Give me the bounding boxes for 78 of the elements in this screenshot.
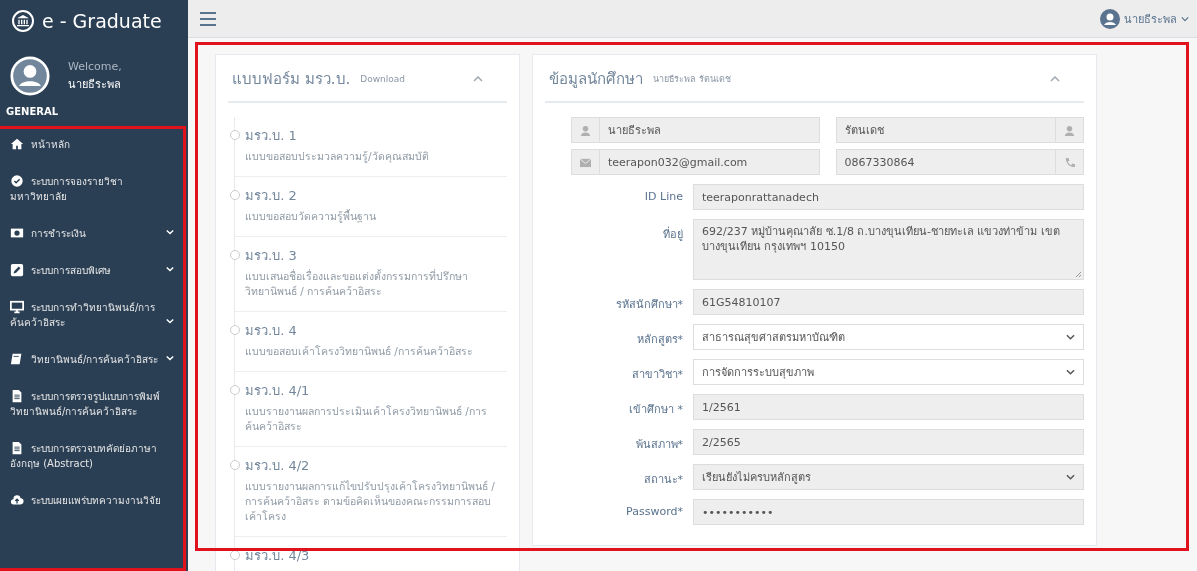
menu-item[interactable]: หน้าหลัก [10,129,178,160]
input-field[interactable]: นายธีระพล [571,117,820,143]
welcome-text: Welcome, [68,59,122,73]
field-label: Password* [625,504,683,518]
menu-item[interactable]: ระบบการจองรายวิชามหาวิทยาลัย [10,166,178,212]
form-title[interactable]: มรว.บ. 4 [245,320,473,341]
menu-item[interactable]: ระบบการสอบพิเศษ [10,255,178,286]
input-field[interactable]: teeraponrattanadech [693,184,1084,210]
chevron-icon [1066,334,1075,340]
timeline-dot [230,250,240,260]
input-field[interactable]: รัตนเดช [835,117,1084,143]
field-label: สาขาวิชา* [630,367,683,383]
field-label: พ้นสภาพ* [634,437,683,453]
form-title[interactable]: มรว.บ. 2 [245,185,376,206]
timeline-dot [230,130,240,140]
select-field[interactable]: การจัดการระบบสุขภาพ [693,359,1084,385]
collapse-icon[interactable] [473,76,483,82]
form-title[interactable]: มรว.บ. 3 [245,245,499,266]
input-field[interactable]: 61G54810107 [693,289,1084,315]
form-description: แบบเสนอชื่อเรื่องและขอแต่งตั้งกรรมการที่ปรึกษาวิทยานิพนธ์ / การค้นคว้าอิสระ [245,269,469,299]
input-field[interactable]: 2/2565 [693,429,1084,455]
app-title: e - Graduate [42,10,162,32]
timeline-dot [230,190,240,200]
panel-title: ข้อมูลนักศึกษา [549,69,643,90]
chevron-icon [1066,369,1075,375]
bank-icon [12,10,34,32]
field-label: หลักสูตร* [635,332,683,348]
check-circle-icon [10,174,24,188]
field-label: เข้าศึกษา * [628,402,683,418]
form-description: แบบรายงานผลการประเมินเค้าโครงวิทยานิพนธ์ /การค้นคว้าอิสระ [245,404,488,434]
user-menu[interactable]: นายธีระพล [1100,8,1189,29]
timeline-dot [230,385,240,395]
input-field[interactable]: teerapon032@gmail.com [571,149,820,175]
form-description: แบบรายงานผลการแก้ไขปรับปรุงเค้าโครงวิทยานิพนธ์ / การค้นคว้าอิสระ ตามข้อคิดเห็นของคณะกรรมการสอบเค้าโครง [245,479,496,524]
menu-item[interactable]: การชำระเงิน [10,218,178,249]
avatar-icon [10,56,50,96]
home-icon [10,137,24,151]
pencil-icon [10,263,24,277]
menu-item[interactable]: ระบบการทำวิทยานิพนธ์/การค้นคว้าอิสระ [10,292,178,338]
book-icon [10,352,24,366]
field-label: สถานะ* [642,472,683,488]
form-title[interactable]: มรว.บ. 4/3 [245,545,310,566]
menu-item[interactable]: ระบบการตรวจรูปแบบการพิมพ์วิทยานิพนธ์/การค้นคว้าอิสระ [10,381,178,427]
caret-icon [1181,15,1189,22]
input-field[interactable]: ••••••••••• [693,499,1084,525]
form-description: แบบขอสอบเค้าโครงวิทยานิพนธ์ /การค้นคว้าอิสระ [245,344,473,359]
document-icon [10,441,24,455]
timeline-dot [230,325,240,335]
form-title[interactable]: มรว.บ. 4/2 [245,455,499,476]
form-title[interactable]: มรว.บ. 1 [245,125,429,146]
timeline-dot [230,460,240,470]
input-field[interactable]: 1/2561 [693,394,1084,420]
section-heading: GENERAL [5,106,60,119]
timeline-dot [230,550,240,560]
menu-item[interactable]: ระบบเผยแพร่บทความงานวิจัย [10,485,178,516]
chevron-icon [1066,474,1075,480]
collapse-icon[interactable] [1050,76,1060,82]
user-icon [1100,8,1120,29]
user-name: นายธีระพล [68,76,122,93]
form-title[interactable]: มรว.บ. 4/1 [245,380,499,401]
student-name: นายธีระพล รัตนเดช [653,73,732,86]
text-area[interactable]: 692/237 หมู่บ้านคุณาลัย ซ.1/8 ถ.บางขุนเทียน-ชายทะเล แขวงท่าข้าม เขตบางขุนเทียน กรุงเทพฯ 10150 [693,219,1084,280]
field-label: รหัสนักศึกษา* [614,297,683,313]
cloud-upload-icon [10,493,24,507]
panel-title: แบบฟอร์ม มรว.บ. [232,69,351,90]
form-description: แบบขอสอบประมวลความรู้/วัดคุณสมบัติ [245,149,429,164]
menu-icon[interactable] [200,11,216,26]
input-field[interactable]: 0867330864 [835,149,1084,175]
money-icon [10,226,24,240]
form-description: แบบขอสอบวัดความรู้พื้นฐาน [245,209,376,224]
document-icon [10,389,24,403]
menu-item[interactable]: วิทยานิพนธ์/การค้นคว้าอิสระ [10,344,178,375]
resize-grip-icon [1075,271,1081,277]
menu-item[interactable]: ระบบการตรวจบทคัดย่อภาษาอังกฤษ (Abstract) [10,433,178,479]
desktop-icon [10,300,24,314]
field-label: ID Line [643,189,683,203]
field-label: ที่อยู่ [662,225,683,243]
select-field[interactable]: สาธารณสุขศาสตรมหาบัณฑิต [693,324,1084,350]
